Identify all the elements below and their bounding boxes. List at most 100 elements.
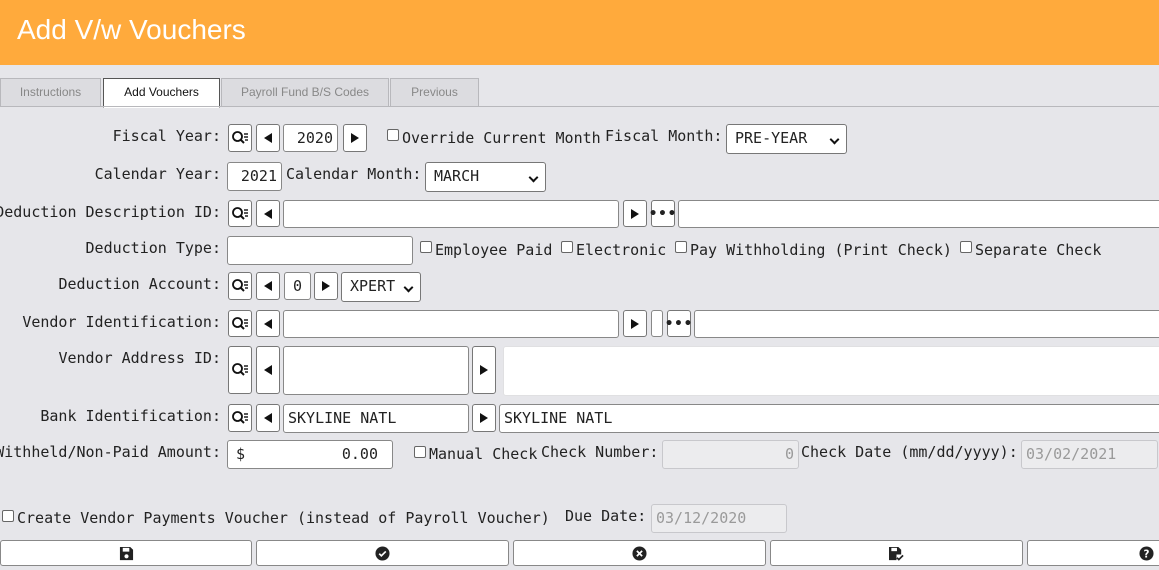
deduction-description-lookup-button[interactable] (228, 200, 252, 227)
fiscal-month-select[interactable]: PRE-YEAR (726, 124, 847, 154)
due-date-label: Due Date: (565, 507, 647, 525)
deduction-account-prev-button[interactable] (256, 272, 280, 300)
employee-paid-checkbox[interactable] (420, 241, 432, 253)
fiscal-year-next-button[interactable] (343, 124, 367, 152)
vendor-identification-next-button[interactable] (623, 310, 647, 337)
calendar-year-label: Calendar Year: (94, 165, 221, 183)
withheld-amount-value: 0.00 (341, 445, 378, 463)
arrow-left-icon (264, 281, 272, 291)
deduction-type-label: Deduction Type: (85, 239, 221, 257)
bank-identification-prev-button[interactable] (256, 404, 280, 432)
deduction-description-next-button[interactable] (623, 200, 647, 227)
tab-instructions[interactable]: Instructions (0, 78, 101, 107)
bank-name-text: SKYLINE NATL (499, 404, 1159, 433)
currency-symbol: $ (236, 445, 246, 463)
vendor-address-next-button[interactable] (472, 346, 496, 394)
check-number-input[interactable]: 0 (662, 440, 799, 469)
lookup-icon (232, 206, 248, 220)
deduction-account-input[interactable]: 0 (284, 272, 311, 300)
check-number-label: Check Number: (541, 443, 659, 461)
arrow-right-icon (480, 365, 488, 375)
separate-check-label: Separate Check (975, 241, 1102, 259)
bank-identification-label: Bank Identification: (40, 407, 221, 425)
lookup-icon (232, 279, 248, 292)
save-button[interactable] (0, 540, 252, 566)
deduction-account-system-select[interactable]: XPERT (341, 272, 421, 302)
arrow-right-icon (351, 133, 359, 143)
fiscal-year-prev-button[interactable] (256, 124, 280, 152)
manual-check-checkbox[interactable] (414, 446, 426, 458)
deduction-account-system-value: XPERT (350, 277, 396, 295)
fiscal-month-label: Fiscal Month: (605, 127, 723, 145)
due-date-input[interactable]: 03/12/2020 (651, 504, 787, 533)
fiscal-month-value: PRE-YEAR (735, 129, 808, 147)
pay-withholding-checkbox[interactable] (675, 241, 687, 253)
chevron-down-icon (403, 282, 414, 293)
vendor-identification-more-button[interactable]: ••• (664, 310, 694, 337)
cancel-button[interactable] (513, 540, 766, 566)
vendor-identification-label: Vendor Identification: (22, 313, 221, 331)
svg-text:?: ? (1144, 548, 1150, 560)
tab-payroll-fund-bs-codes[interactable]: Payroll Fund B/S Codes (221, 78, 389, 107)
help-button[interactable]: ? (1027, 540, 1159, 566)
lookup-icon (232, 316, 248, 330)
employee-paid-label: Employee Paid (435, 241, 553, 259)
save-icon (119, 546, 133, 560)
vendor-address-lookup-button[interactable] (228, 346, 252, 394)
calendar-month-label: Calendar Month: (286, 165, 422, 183)
chevron-down-icon (829, 134, 840, 145)
vendor-identification-lookup-button[interactable] (228, 310, 252, 337)
lookup-icon (232, 363, 248, 376)
bank-identification-input[interactable]: SKYLINE NATL (283, 404, 469, 433)
help-circle-icon: ? (1139, 545, 1154, 561)
fiscal-year-lookup-button[interactable] (228, 124, 252, 152)
bank-identification-next-button[interactable] (472, 404, 496, 432)
withheld-amount-input[interactable]: $ 0.00 (227, 440, 393, 469)
save-check-icon (889, 546, 904, 561)
electronic-checkbox[interactable] (561, 241, 573, 253)
create-vendor-payments-voucher-checkbox[interactable] (2, 510, 14, 522)
fiscal-year-label: Fiscal Year: (112, 127, 221, 145)
vendor-identification-prev-button[interactable] (256, 310, 280, 337)
vendor-identification-suffix-input[interactable] (651, 310, 663, 337)
vendor-name-text (694, 310, 1159, 338)
arrow-right-icon (631, 318, 639, 329)
deduction-account-lookup-button[interactable] (228, 272, 252, 300)
arrow-left-icon (264, 318, 272, 329)
vendor-address-id-input[interactable] (283, 346, 469, 395)
tab-add-vouchers[interactable]: Add Vouchers (103, 78, 220, 108)
calendar-month-value: MARCH (434, 167, 480, 185)
check-date-label: Check Date (mm/dd/yyyy): (801, 443, 1018, 461)
tab-previous[interactable]: Previous (390, 78, 479, 107)
chevron-down-icon (528, 172, 539, 183)
tab-divider (0, 106, 1159, 107)
fiscal-year-input[interactable]: 2020 (283, 124, 338, 152)
arrow-left-icon (264, 208, 272, 219)
vendor-identification-input[interactable] (283, 310, 619, 338)
save-and-verify-button[interactable] (770, 540, 1023, 566)
manual-check-label: Manual Check (429, 445, 538, 463)
deduction-description-prev-button[interactable] (256, 200, 280, 227)
deduction-account-next-button[interactable] (314, 272, 338, 300)
vendor-address-prev-button[interactable] (256, 346, 280, 394)
vendor-address-id-label: Vendor Address ID: (58, 349, 221, 367)
deduction-account-label: Deduction Account: (58, 275, 221, 293)
check-circle-icon (375, 545, 390, 561)
arrow-right-icon (480, 413, 488, 423)
bank-identification-lookup-button[interactable] (228, 404, 252, 432)
tab-bar: Instructions Add Vouchers Payroll Fund B… (0, 78, 1159, 108)
calendar-month-select[interactable]: MARCH (425, 162, 546, 192)
ellipsis-icon: ••• (664, 315, 694, 332)
deduction-type-input[interactable] (227, 236, 413, 265)
separate-check-checkbox[interactable] (960, 241, 972, 253)
calendar-year-input[interactable]: 2021 (227, 162, 282, 191)
vendor-address-text (503, 346, 1159, 396)
deduction-description-more-button[interactable]: ••• (649, 200, 676, 227)
deduction-description-text (678, 200, 1159, 228)
accept-button[interactable] (256, 540, 509, 566)
override-current-month-label: Override Current Month (402, 129, 601, 147)
check-date-input[interactable]: 03/02/2021 (1021, 440, 1158, 469)
override-current-month-checkbox[interactable] (387, 129, 399, 141)
deduction-description-id-input[interactable] (283, 200, 619, 228)
page-header: Add V/w Vouchers (0, 0, 1159, 65)
